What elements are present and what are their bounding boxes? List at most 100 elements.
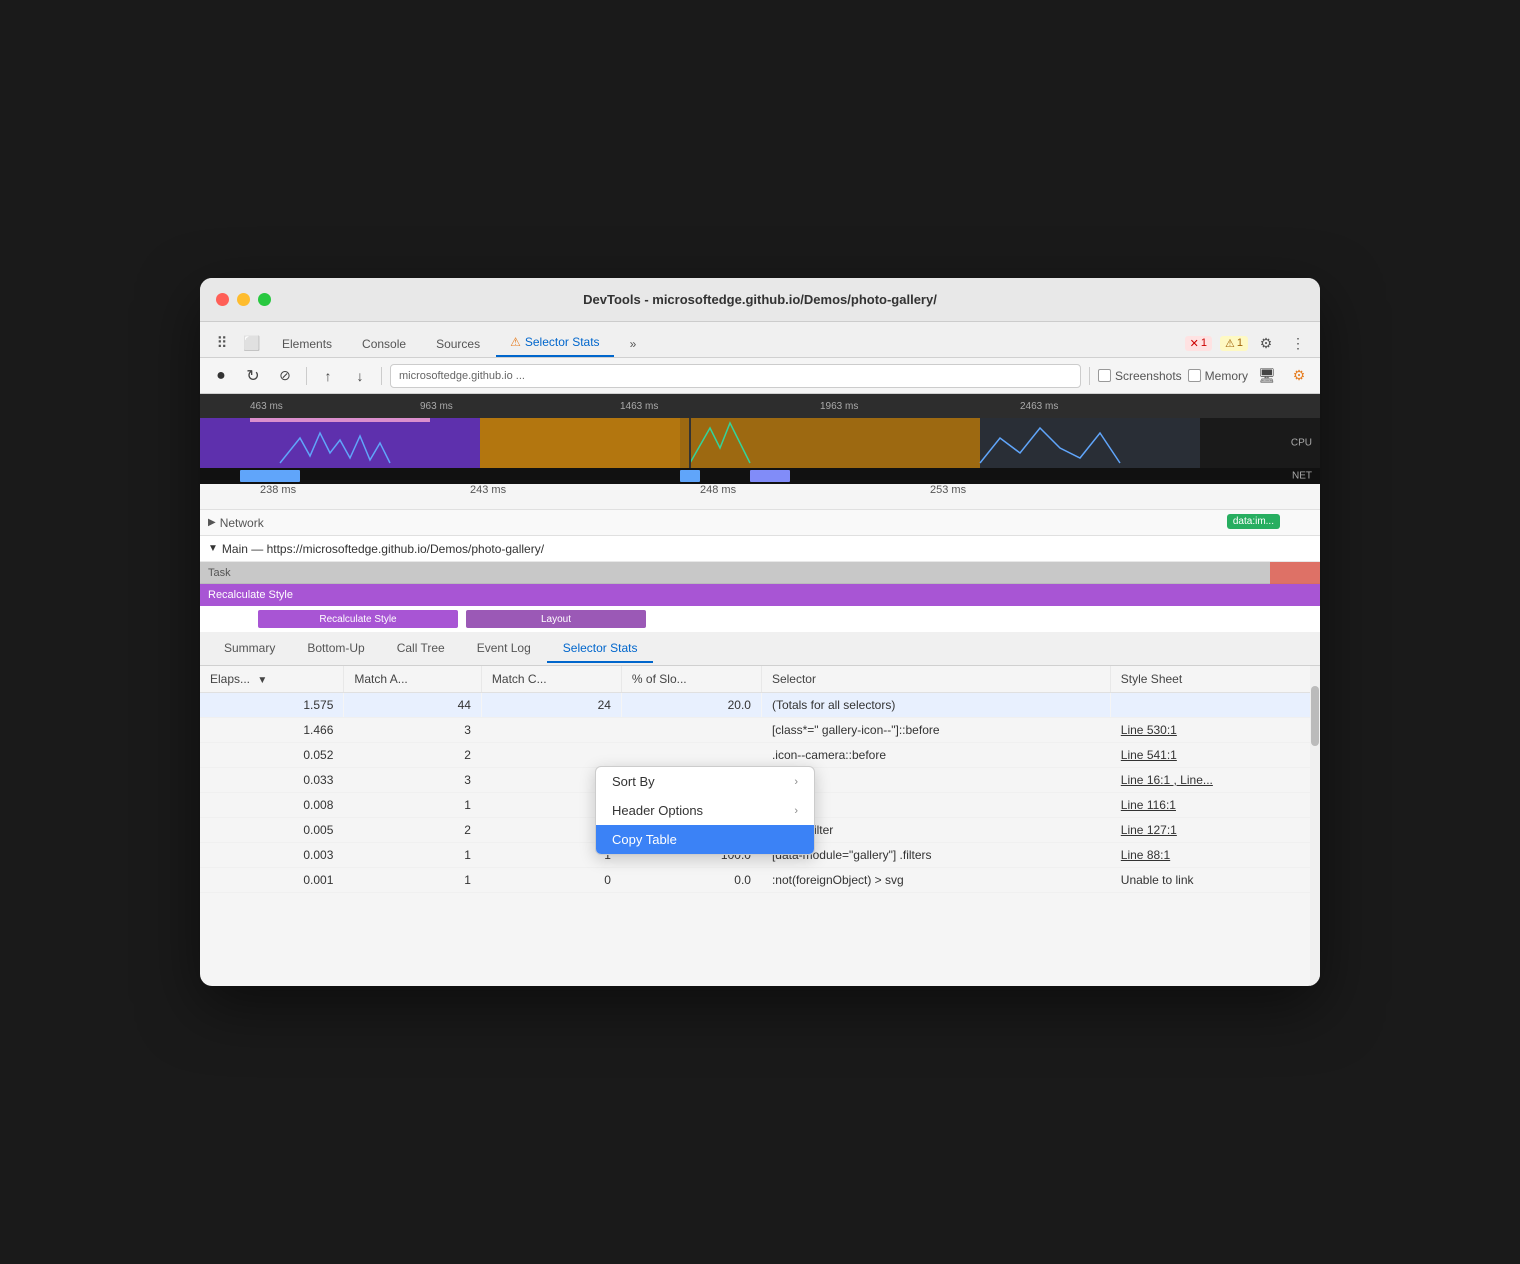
memory-checkbox[interactable] — [1188, 369, 1201, 382]
table-cell: 2 — [344, 818, 482, 843]
table-scrollbar[interactable] — [1310, 666, 1320, 986]
table-row[interactable]: 0.001100.0:not(foreignObject) > svgUnabl… — [200, 868, 1320, 893]
screenshots-checkbox[interactable] — [1098, 369, 1111, 382]
col-match-a[interactable]: Match A... — [344, 666, 482, 693]
table-cell — [621, 718, 761, 743]
sort-arrow-elapsed: ▼ — [257, 675, 267, 686]
ctx-header-options[interactable]: Header Options › — [596, 796, 814, 825]
network-expand-icon[interactable]: ▶ — [208, 517, 216, 528]
table-wrapper: Elaps... ▼ Match A... Match C... % of Sl… — [200, 666, 1320, 986]
col-style-sheet[interactable]: Style Sheet — [1110, 666, 1319, 693]
warning-badge: ⚠ 1 — [1220, 336, 1248, 351]
table-cell: 44 — [344, 693, 482, 718]
table-cell — [481, 743, 621, 768]
url-display: microsoftedge.github.io ... — [390, 364, 1081, 388]
table-cell: 0.033 — [200, 768, 344, 793]
ctx-sort-by[interactable]: Sort By › — [596, 767, 814, 796]
flame-chart: ▶ Network data:im... ▼ Main — https://mi… — [200, 510, 1320, 632]
tab-more[interactable]: » — [616, 331, 651, 357]
tab-elements[interactable]: Elements — [268, 331, 346, 357]
ctx-header-options-arrow: › — [794, 805, 798, 817]
tab-bottom-up[interactable]: Bottom-Up — [291, 635, 380, 663]
main-row-label: Main — https://microsoftedge.github.io/D… — [222, 542, 544, 556]
table-cell[interactable]: Line 541:1 — [1110, 743, 1319, 768]
main-row: ▼ Main — https://microsoftedge.github.io… — [200, 536, 1320, 562]
table-row[interactable]: 1.4663[class*=" gallery-icon--"]::before… — [200, 718, 1320, 743]
table-cell: 0.001 — [200, 868, 344, 893]
recalc-block[interactable]: Recalculate Style — [258, 610, 458, 628]
network-row: ▶ Network data:im... — [200, 510, 1320, 536]
toolbar-sep-1 — [306, 367, 307, 385]
table-cell — [1110, 693, 1319, 718]
main-expand-icon[interactable]: ▼ — [208, 543, 218, 554]
cpu-label: CPU — [1291, 438, 1312, 449]
tab-console[interactable]: Console — [348, 331, 420, 357]
record-button[interactable]: ● — [208, 363, 234, 389]
table-cell: 3 — [344, 768, 482, 793]
tab-performance[interactable]: ⚠ Selector Stats — [496, 329, 613, 357]
table-cell: 1 — [344, 843, 482, 868]
net-svg — [200, 468, 1320, 484]
table-cell — [621, 743, 761, 768]
tab-performance-label: Selector Stats — [525, 335, 600, 349]
data-badge: data:im... — [1227, 514, 1280, 529]
scrollbar-thumb[interactable] — [1311, 686, 1319, 746]
reload-button[interactable]: ↻ — [240, 363, 266, 389]
upload-button[interactable]: ↑ — [315, 363, 341, 389]
table-cell: 3 — [344, 718, 482, 743]
screenshots-checkbox-label[interactable]: Screenshots — [1098, 369, 1182, 383]
net-label: NET — [1292, 471, 1312, 482]
table-cell[interactable]: Line 116:1 — [1110, 793, 1319, 818]
settings-button[interactable]: ⚙ — [1252, 329, 1280, 357]
warning-icon: ⚠ — [1225, 337, 1235, 350]
table-cell[interactable]: Line 16:1 , Line... — [1110, 768, 1319, 793]
devtools-window: DevTools - microsoftedge.github.io/Demos… — [200, 278, 1320, 986]
ruler-mark-1463: 1463 ms — [620, 401, 658, 412]
table-cell[interactable]: Line 127:1 — [1110, 818, 1319, 843]
col-selector[interactable]: Selector — [761, 666, 1110, 693]
bottom-tabs: Summary Bottom-Up Call Tree Event Log Se… — [200, 632, 1320, 666]
table-cell: 1.575 — [200, 693, 344, 718]
devtools-device-icon[interactable]: ⬜ — [238, 329, 266, 357]
task-row: Task — [200, 562, 1320, 584]
table-cell[interactable]: Line 88:1 — [1110, 843, 1319, 868]
maximize-button[interactable] — [258, 293, 271, 306]
detail-mark-243: 243 ms — [470, 484, 506, 496]
table-cell: 0.003 — [200, 843, 344, 868]
table-cell: 1.466 — [200, 718, 344, 743]
table-cell: 0.008 — [200, 793, 344, 818]
layout-block[interactable]: Layout — [466, 610, 646, 628]
table-cell: 20.0 — [621, 693, 761, 718]
col-elapsed[interactable]: Elaps... ▼ — [200, 666, 344, 693]
download-button[interactable]: ↓ — [347, 363, 373, 389]
tab-selector-stats[interactable]: Selector Stats — [547, 635, 654, 663]
task-label: Task — [208, 567, 231, 579]
timeline-ruler: 463 ms 963 ms 1463 ms 1963 ms 2463 ms — [200, 394, 1320, 418]
clear-button[interactable]: ⊘ — [272, 363, 298, 389]
recalc-row: Recalculate Style — [200, 584, 1320, 606]
detail-mark-238: 238 ms — [260, 484, 296, 496]
tab-sources[interactable]: Sources — [422, 331, 494, 357]
table-row[interactable]: 1.575442420.0(Totals for all selectors) — [200, 693, 1320, 718]
col-match-c[interactable]: Match C... — [481, 666, 621, 693]
minimize-button[interactable] — [237, 293, 250, 306]
table-cell[interactable]: Line 530:1 — [1110, 718, 1319, 743]
detail-ruler: 238 ms 243 ms 248 ms 253 ms — [200, 484, 1320, 510]
table-cell: 0.0 — [621, 868, 761, 893]
error-badge: ✕ 1 — [1185, 336, 1212, 351]
perf-settings-btn[interactable]: ⚙ — [1286, 363, 1312, 389]
toolbar-sep-3 — [1089, 367, 1090, 385]
tab-summary[interactable]: Summary — [208, 635, 291, 663]
table-row[interactable]: 0.0522.icon--camera::beforeLine 541:1 — [200, 743, 1320, 768]
table-cell: 0.052 — [200, 743, 344, 768]
tab-event-log[interactable]: Event Log — [461, 635, 547, 663]
memory-checkbox-label[interactable]: Memory — [1188, 369, 1248, 383]
devtools-inspect-icon[interactable]: ⠿ — [208, 329, 236, 357]
ctx-copy-table[interactable]: Copy Table — [596, 825, 814, 854]
error-icon: ✕ — [1190, 337, 1199, 350]
memory-icon-btn[interactable]: 🖥 — [1254, 363, 1280, 389]
tab-call-tree[interactable]: Call Tree — [381, 635, 461, 663]
close-button[interactable] — [216, 293, 229, 306]
more-button[interactable]: ⋮ — [1284, 329, 1312, 357]
col-pct-slow[interactable]: % of Slo... — [621, 666, 761, 693]
